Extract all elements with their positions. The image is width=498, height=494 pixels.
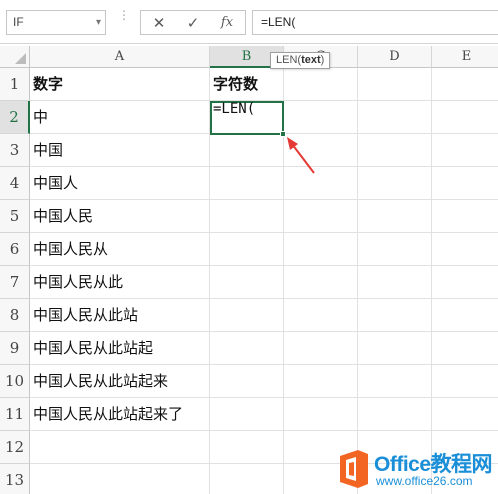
tooltip-function: LEN( (276, 54, 302, 66)
tooltip-argument[interactable]: text (301, 54, 321, 66)
tooltip-close-paren: ) (320, 54, 325, 66)
red-arrow-icon (287, 137, 315, 174)
office-logo: Office教程网 www.office26.com (330, 446, 498, 494)
function-tooltip: LEN(text) (270, 52, 331, 69)
office-logo-icon (340, 450, 368, 488)
logo-url: www.office26.com (376, 474, 473, 488)
